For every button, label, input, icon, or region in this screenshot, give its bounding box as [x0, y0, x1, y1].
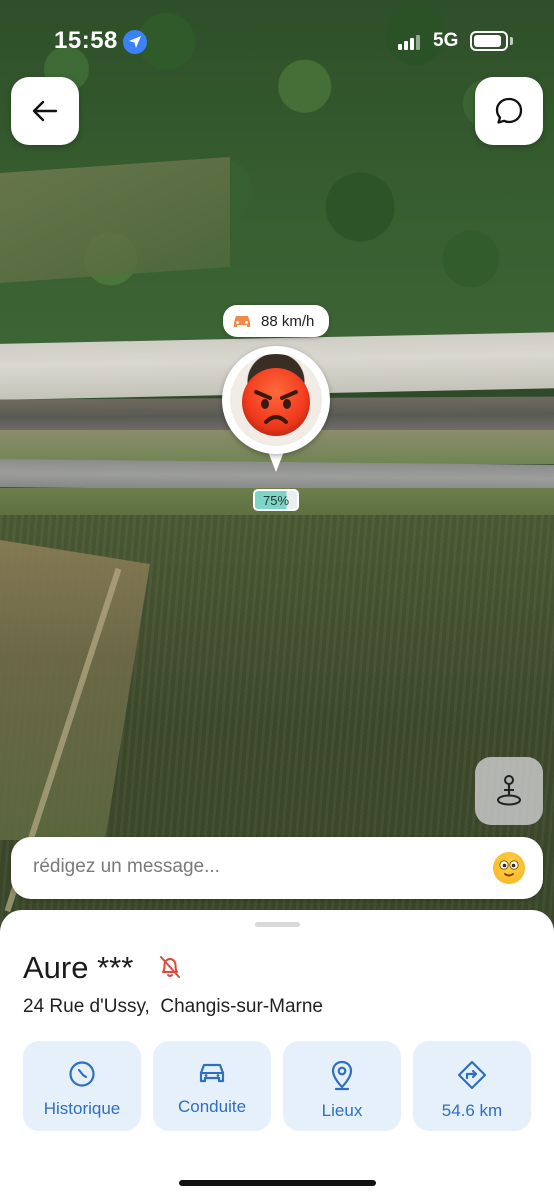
location-pin-icon — [331, 1060, 353, 1091]
distance-button[interactable]: 54.6 km — [413, 1041, 531, 1131]
signal-icon — [398, 34, 424, 50]
battery-level: 75% — [255, 491, 297, 509]
action-label: Lieux — [321, 1101, 363, 1120]
user-location-marker[interactable] — [222, 346, 330, 476]
device-battery-badge: 75% — [253, 489, 299, 511]
chat-button[interactable] — [475, 77, 543, 145]
arrow-left-icon — [32, 100, 58, 122]
battery-tip — [510, 37, 513, 45]
action-label: Conduite — [177, 1097, 247, 1116]
back-button[interactable] — [11, 77, 79, 145]
message-input[interactable] — [33, 856, 463, 878]
location-arrow-icon — [123, 30, 147, 54]
action-label: 54.6 km — [441, 1101, 503, 1120]
network-type: 5G — [433, 30, 459, 51]
address-text: 24 Rue d'Ussy, Changis-sur-Marne — [23, 996, 324, 1017]
battery-icon — [470, 31, 508, 51]
car-icon — [199, 1063, 225, 1083]
avatar — [230, 354, 322, 446]
bell-off-icon[interactable] — [158, 954, 182, 985]
recenter-button[interactable] — [475, 757, 543, 825]
action-label: Historique — [43, 1099, 121, 1118]
smiley-icon[interactable] — [493, 852, 525, 884]
map-meadow — [0, 156, 230, 284]
places-button[interactable]: Lieux — [283, 1041, 401, 1131]
home-indicator[interactable] — [179, 1180, 376, 1186]
status-time: 15:58 — [54, 27, 118, 54]
history-button[interactable]: Historique — [23, 1041, 141, 1131]
speed-badge: 88 km/h — [223, 305, 329, 337]
chat-bubble-icon — [495, 97, 523, 124]
person-pin-icon — [497, 775, 521, 806]
bottom-sheet[interactable]: Aure *** 24 Rue d'Ussy, Changis-sur-Marn… — [0, 910, 554, 1200]
history-icon — [69, 1061, 95, 1087]
sheet-grabber[interactable] — [255, 922, 300, 927]
message-bar — [11, 837, 543, 899]
contact-name: Aure *** — [23, 950, 134, 985]
action-row: Historique Conduite Lieux 54.6 km — [23, 1041, 531, 1131]
status-bar: 15:58 5G — [0, 0, 554, 70]
car-icon — [234, 316, 250, 327]
angry-face-icon — [242, 368, 310, 436]
route-icon — [457, 1060, 487, 1090]
driving-button[interactable]: Conduite — [153, 1041, 271, 1131]
speed-value: 88 km/h — [261, 312, 315, 330]
